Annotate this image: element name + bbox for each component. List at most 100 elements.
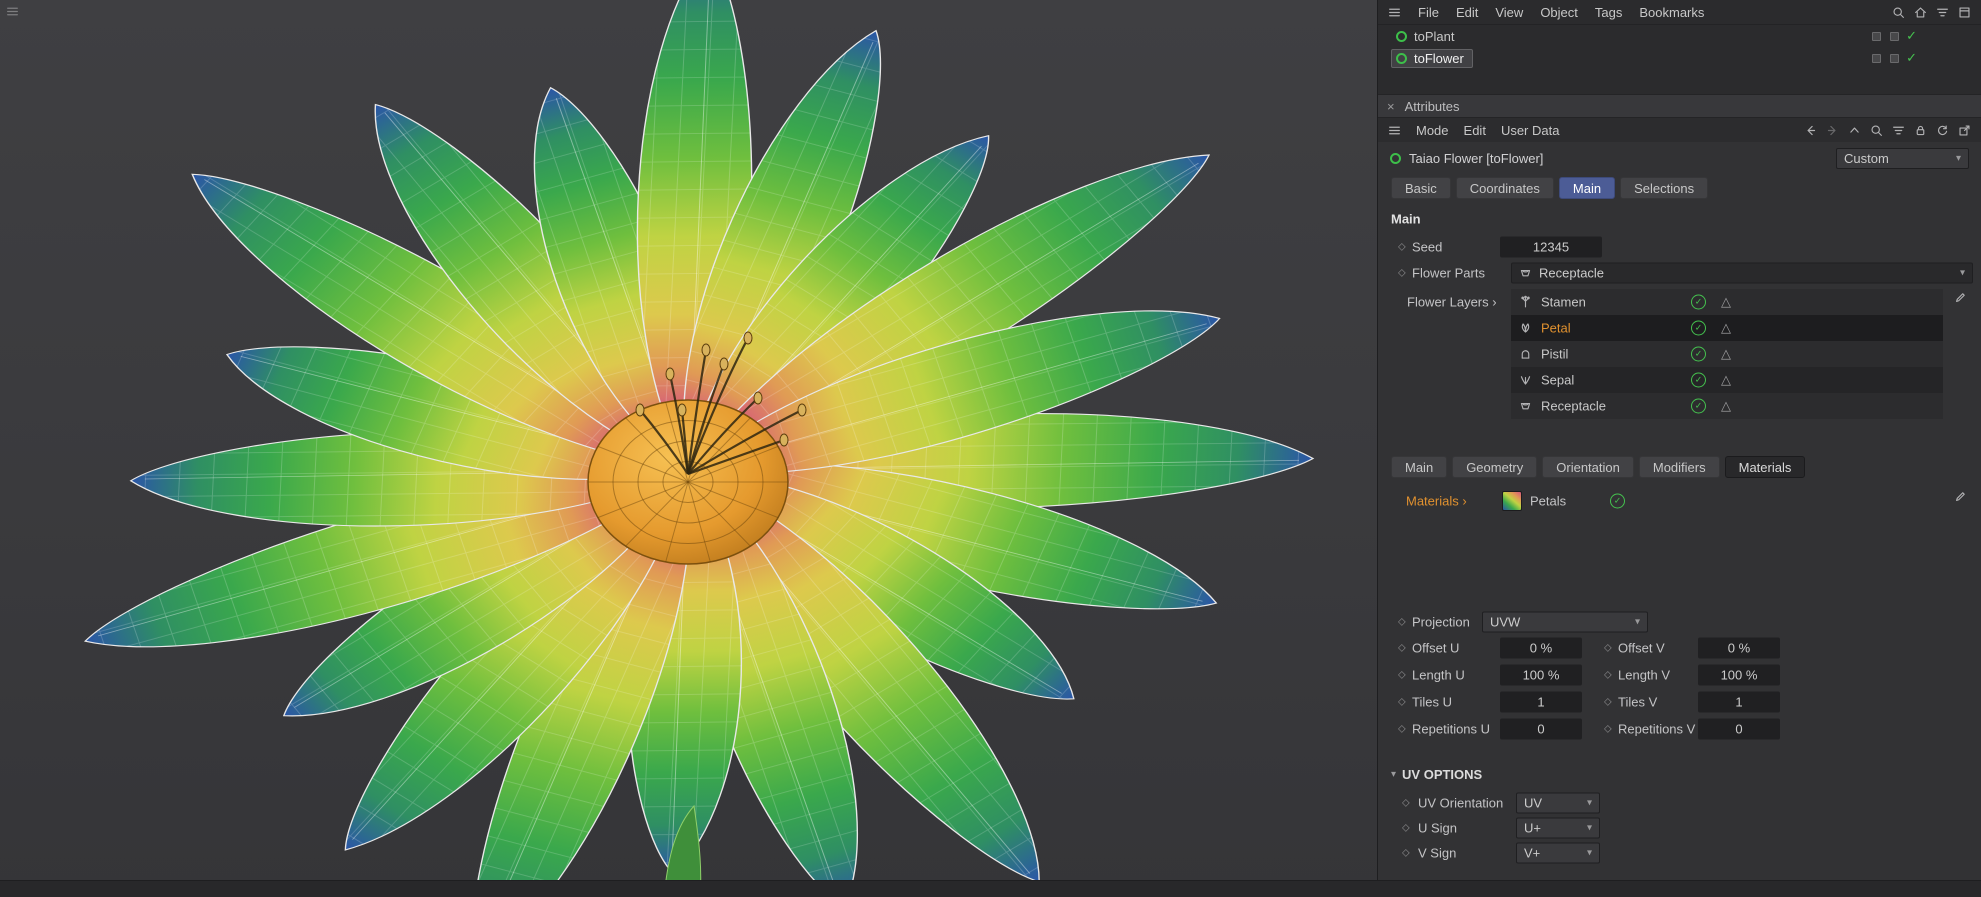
enabled-check-icon[interactable]: ✓ [1906,28,1917,44]
menu-item-user-data[interactable]: User Data [1501,123,1560,138]
cone-icon[interactable]: △ [1721,372,1731,388]
uv-orientation-dropdown[interactable]: UV ▾ [1516,792,1600,814]
key-diamond-icon[interactable]: ◇ [1398,268,1406,279]
key-diamond-icon[interactable]: ◇ [1398,242,1406,253]
visibility-toggle-icon[interactable] [1872,31,1882,41]
key-diamond-icon[interactable]: ◇ [1604,643,1612,654]
object-name[interactable]: toFlower [1414,51,1464,66]
seed-input[interactable]: 12345 [1500,236,1602,258]
preset-dropdown[interactable]: Custom ▾ [1836,147,1969,169]
enabled-check-icon[interactable]: ✓ [1691,294,1706,310]
layer-row-stamen[interactable]: Stamen ✓ △ [1511,289,1943,315]
flower-3d-model[interactable] [0,0,1377,897]
selected-object-box[interactable]: toFlower [1391,48,1473,68]
key-diamond-icon[interactable]: ◇ [1402,798,1410,809]
up-arrow-icon[interactable] [1848,124,1861,137]
close-icon[interactable]: × [1387,99,1395,114]
render-toggle-icon[interactable] [1890,53,1900,63]
menu-item-object[interactable]: Object [1540,5,1578,20]
section-collapse-icon[interactable]: ▾ [1391,769,1396,780]
v-sign-dropdown[interactable]: V+ ▾ [1516,842,1600,864]
enabled-check-icon[interactable]: ✓ [1610,493,1625,509]
material-name[interactable]: Petals [1530,494,1566,509]
key-diamond-icon[interactable]: ◇ [1604,670,1612,681]
forward-arrow-icon[interactable] [1826,124,1839,137]
layer-name[interactable]: Receptacle [1541,399,1606,414]
tab-selections[interactable]: Selections [1620,177,1709,199]
search-icon[interactable] [1870,124,1883,137]
chevron-right-icon[interactable]: › [1462,494,1466,509]
enabled-check-icon[interactable]: ✓ [1691,372,1706,388]
render-toggle-icon[interactable] [1890,31,1900,41]
object-name[interactable]: toPlant [1414,29,1454,44]
cone-icon[interactable]: △ [1721,294,1731,310]
layer-name[interactable]: Sepal [1541,373,1574,388]
hamburger-menu-icon[interactable] [1388,124,1401,137]
key-diamond-icon[interactable]: ◇ [1398,670,1406,681]
layer-row-pistil[interactable]: Pistil ✓ △ [1511,341,1943,367]
object-row-toplant[interactable]: toPlant ✓ [1378,25,1981,47]
new-window-icon[interactable] [1958,124,1971,137]
layer-row-receptacle[interactable]: Receptacle ✓ △ [1511,393,1943,419]
length-v-input[interactable]: 100 % [1698,664,1780,686]
key-diamond-icon[interactable]: ◇ [1604,697,1612,708]
edit-pencil-icon[interactable] [1954,291,1967,304]
tab-main[interactable]: Main [1558,177,1616,199]
tiles-v-input[interactable]: 1 [1698,691,1780,713]
filter-icon[interactable] [1892,124,1905,137]
menu-item-bookmarks[interactable]: Bookmarks [1639,5,1704,20]
subtab-geometry[interactable]: Geometry [1452,456,1538,478]
tab-basic[interactable]: Basic [1391,177,1451,199]
enabled-check-icon[interactable]: ✓ [1691,346,1706,362]
uv-options-header[interactable]: ▾ UV OPTIONS [1391,762,1482,786]
subtab-orientation[interactable]: Orientation [1542,456,1634,478]
lock-icon[interactable] [1914,124,1927,137]
enabled-check-icon[interactable]: ✓ [1691,320,1706,336]
cone-icon[interactable]: △ [1721,320,1731,336]
menu-item-tags[interactable]: Tags [1595,5,1622,20]
key-diamond-icon[interactable]: ◇ [1398,617,1406,628]
filter-icon[interactable] [1936,6,1949,19]
enabled-check-icon[interactable]: ✓ [1691,398,1706,414]
subtab-materials[interactable]: Materials [1724,456,1806,478]
u-sign-dropdown[interactable]: U+ ▾ [1516,817,1600,839]
home-icon[interactable] [1914,6,1927,19]
repetitions-v-input[interactable]: 0 [1698,718,1780,740]
menu-item-file[interactable]: File [1418,5,1439,20]
layer-name-selected[interactable]: Petal [1541,321,1571,336]
visibility-toggle-icon[interactable] [1872,53,1882,63]
edit-pencil-icon[interactable] [1954,490,1967,503]
hamburger-menu-icon[interactable] [1388,6,1401,19]
length-u-input[interactable]: 100 % [1500,664,1582,686]
cone-icon[interactable]: △ [1721,346,1731,362]
key-diamond-icon[interactable]: ◇ [1604,724,1612,735]
layer-name[interactable]: Stamen [1541,295,1586,310]
offset-u-input[interactable]: 0 % [1500,637,1582,659]
subtab-main[interactable]: Main [1391,456,1448,478]
object-row-toflower[interactable]: toFlower ✓ [1378,47,1981,69]
back-arrow-icon[interactable] [1804,124,1817,137]
key-diamond-icon[interactable]: ◇ [1398,643,1406,654]
sync-icon[interactable] [1936,124,1949,137]
menu-item-view[interactable]: View [1495,5,1523,20]
menu-item-edit[interactable]: Edit [1464,123,1486,138]
menu-item-edit[interactable]: Edit [1456,5,1478,20]
key-diamond-icon[interactable]: ◇ [1402,823,1410,834]
3d-viewport[interactable] [0,0,1377,897]
offset-v-input[interactable]: 0 % [1698,637,1780,659]
tiles-u-input[interactable]: 1 [1500,691,1582,713]
search-icon[interactable] [1892,6,1905,19]
menu-item-mode[interactable]: Mode [1416,123,1449,138]
flower-parts-dropdown[interactable]: Receptacle ▾ [1511,262,1973,284]
key-diamond-icon[interactable]: ◇ [1402,848,1410,859]
chevron-right-icon[interactable]: › [1492,295,1496,310]
layer-name[interactable]: Pistil [1541,347,1568,362]
layer-row-sepal[interactable]: Sepal ✓ △ [1511,367,1943,393]
key-diamond-icon[interactable]: ◇ [1398,724,1406,735]
viewport-menu-icon[interactable] [6,5,19,18]
subtab-modifiers[interactable]: Modifiers [1638,456,1720,478]
layout-icon[interactable] [1958,6,1971,19]
enabled-check-icon[interactable]: ✓ [1906,50,1917,66]
projection-dropdown[interactable]: UVW ▾ [1482,611,1648,633]
layer-row-petal[interactable]: Petal ✓ △ [1511,315,1943,341]
